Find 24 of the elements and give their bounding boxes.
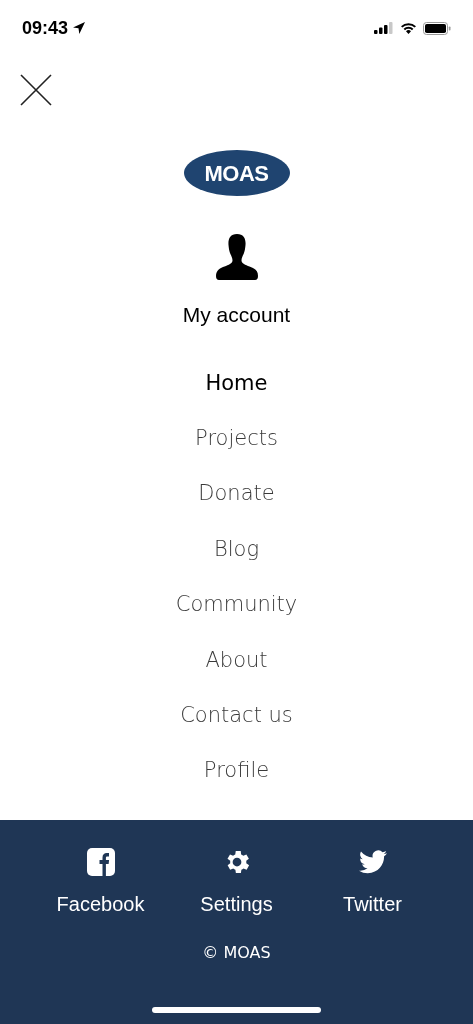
logo: MOAS (183, 150, 290, 196)
account-link[interactable]: My account (182, 300, 291, 330)
footer-link[interactable]: Settings (185, 847, 288, 919)
copyright: © MOAS (202, 942, 271, 964)
close-button[interactable] (20, 74, 52, 106)
status-time: 09:43 (22, 16, 69, 40)
signal-icon (374, 22, 394, 34)
battery-icon (423, 21, 451, 35)
menu-item[interactable]: Blog (213, 533, 259, 564)
footer-link[interactable]: Twitter (321, 847, 424, 919)
facebook-icon (86, 848, 115, 876)
menu-item[interactable]: Contact us (180, 699, 293, 730)
menu-item[interactable]: Projects (195, 423, 278, 454)
menu-item[interactable]: Donate (198, 478, 275, 509)
bird-icon (358, 850, 387, 874)
person-icon (215, 234, 258, 280)
menu-item[interactable]: Profile (203, 755, 270, 786)
footer-link[interactable]: Facebook (49, 847, 152, 919)
menu-item[interactable]: About (205, 644, 268, 675)
menu-item[interactable]: Home (205, 367, 268, 398)
wifi-icon (400, 22, 417, 34)
location-arrow-icon (72, 21, 87, 35)
close-icon (20, 74, 52, 106)
menu-item[interactable]: Community (175, 589, 298, 620)
